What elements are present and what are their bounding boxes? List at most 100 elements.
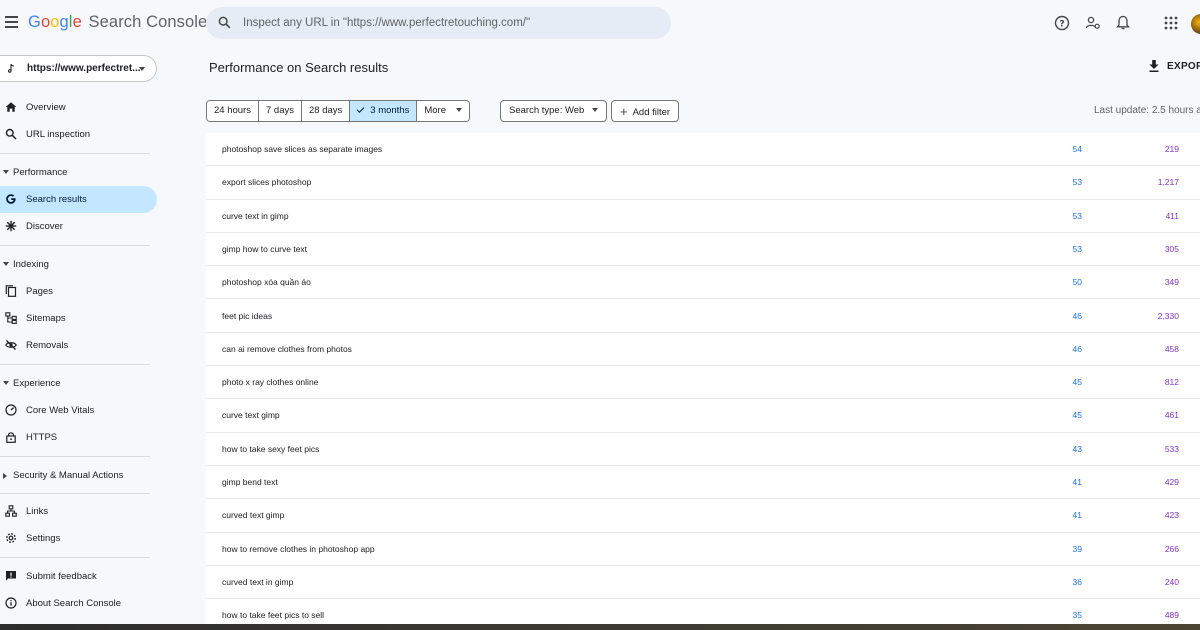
clicks-cell: 39 [1072,543,1082,554]
query-cell: gimp how to curve text [222,243,308,254]
product-name: Search Console [88,13,208,31]
table-row[interactable]: photoshop xóa quần áo 50 349 [206,266,1200,300]
google-search-console-logo[interactable]: Google Search Console [28,13,207,32]
url-inspect-input[interactable] [243,7,658,39]
query-cell: feet pic ideas [222,310,273,321]
info-icon [5,597,17,609]
table-row[interactable]: feet pic ideas 46 2,330 [206,300,1200,333]
table-row[interactable]: how to remove clothes in photoshop app 39… [206,533,1200,566]
nav-pages[interactable]: Pages [0,278,157,305]
section-security-manual-actions[interactable]: Security & Manual Actions [0,467,157,487]
top-bar: Google Search Console ? [0,0,1200,47]
query-cell: how to remove clothes in photoshop app [222,543,375,554]
search-icon [218,16,231,29]
property-selector[interactable]: https://www.perfectret... [0,55,157,82]
chevron-down-icon [592,108,599,112]
sidebar-divider [0,456,150,457]
nav-about-search-console[interactable]: About Search Console [0,590,157,617]
table-row[interactable]: curved text gimp 41 423 [206,499,1200,533]
clicks-cell: 43 [1072,443,1082,454]
links-icon [5,505,17,517]
query-cell: how to take sexy feet pics [222,443,320,454]
query-cell: can ai remove clothes from photos [222,343,352,354]
add-filter-button[interactable]: + Add filter [611,100,680,122]
date-range-7-days[interactable]: 7 days [258,101,302,121]
section-experience[interactable]: Experience [0,375,157,395]
search-type-filter[interactable]: Search type: Web [500,100,608,122]
clicks-cell: 41 [1072,510,1082,521]
table-row[interactable]: gimp bend text 41 429 [206,466,1200,500]
clicks-cell: 53 [1072,243,1082,254]
help-icon[interactable]: ? [1053,14,1071,32]
nav-removals[interactable]: Removals [0,332,157,359]
clicks-cell: 45 [1072,410,1082,421]
hamburger-menu-icon[interactable] [5,16,18,28]
clicks-cell: 46 [1072,310,1082,321]
table-row[interactable]: curved text in gimp 36 240 [206,566,1200,600]
clicks-cell: 41 [1072,477,1082,487]
account-avatar[interactable] [1191,14,1200,34]
nav-url-inspection[interactable]: URL inspection [0,121,157,148]
query-cell: curved text gimp [222,510,285,521]
table-row[interactable]: photo x ray clothes online 45 812 [206,366,1200,400]
table-row[interactable]: curve text gimp 45 461 [206,399,1200,433]
date-range-24-hours[interactable]: 24 hours [207,101,259,121]
notifications-bell-icon[interactable] [1114,14,1132,32]
impressions-cell: 305 [1164,243,1179,254]
lock-icon [6,432,16,443]
query-cell: curve text in gimp [222,210,289,221]
nav-overview[interactable]: Overview [0,94,157,121]
impressions-cell: 266 [1164,543,1179,554]
nav-sitemaps[interactable]: Sitemaps [0,305,157,332]
sitemap-icon [5,312,17,324]
expand-triangle-icon [3,473,7,479]
sidebar-nav: https://www.perfectret... Overview URL i… [0,47,190,630]
impressions-cell: 219 [1164,144,1179,154]
date-range-3-months[interactable]: 3 months [350,101,418,121]
plus-icon: + [620,104,628,119]
apps-grid-icon[interactable] [1162,14,1180,32]
nav-search-results[interactable]: Search results [0,186,157,213]
nav-links[interactable]: Links [0,498,157,525]
date-range-28-days[interactable]: 28 days [301,101,351,121]
table-row[interactable]: can ai remove clothes from photos 46 458 [206,333,1200,367]
clicks-cell: 35 [1072,610,1082,621]
table-row[interactable]: export slices photoshop 53 1,217 [206,166,1200,200]
url-inspect-search[interactable] [206,7,671,39]
gauge-icon [5,404,17,416]
sidebar-divider [0,245,150,246]
manage-users-icon[interactable] [1084,14,1102,32]
nav-settings[interactable]: Settings [0,525,157,552]
impressions-cell: 240 [1164,576,1179,587]
search-icon [5,128,17,140]
impressions-cell: 349 [1164,277,1179,288]
page-title: Performance on Search results [209,60,389,75]
home-icon [5,102,17,112]
date-range-selector: 24 hours 7 days 28 days 3 months More [206,100,470,122]
sidebar-divider [0,153,150,154]
impressions-cell: 411 [1165,210,1179,221]
query-cell: export slices photoshop [222,177,312,188]
sidebar-divider [0,493,150,494]
clicks-cell: 36 [1072,576,1082,587]
nav-core-web-vitals[interactable]: Core Web Vitals [0,397,157,424]
date-range-more[interactable]: More [417,101,469,121]
table-row[interactable]: gimp how to curve text 53 305 [206,233,1200,267]
collapse-triangle-icon [3,381,9,385]
nav-submit-feedback[interactable]: Submit feedback [0,563,157,590]
check-icon [356,105,365,113]
table-row[interactable]: how to take sexy feet pics 43 533 [206,433,1200,466]
table-row[interactable]: photoshop save slices as separate images… [206,133,1200,167]
impressions-cell: 533 [1164,443,1179,454]
table-row[interactable]: curve text in gimp 53 411 [206,200,1200,233]
nav-https[interactable]: HTTPS [0,424,157,451]
nav-discover[interactable]: Discover [0,213,157,240]
site-favicon-icon [7,63,15,73]
section-performance[interactable]: Performance [0,164,157,184]
impressions-cell: 461 [1164,410,1179,421]
impressions-cell: 812 [1164,377,1179,388]
section-indexing[interactable]: Indexing [0,256,157,276]
query-cell: curve text gimp [222,410,280,421]
sidebar-divider [0,557,150,558]
impressions-cell: 458 [1164,343,1179,354]
